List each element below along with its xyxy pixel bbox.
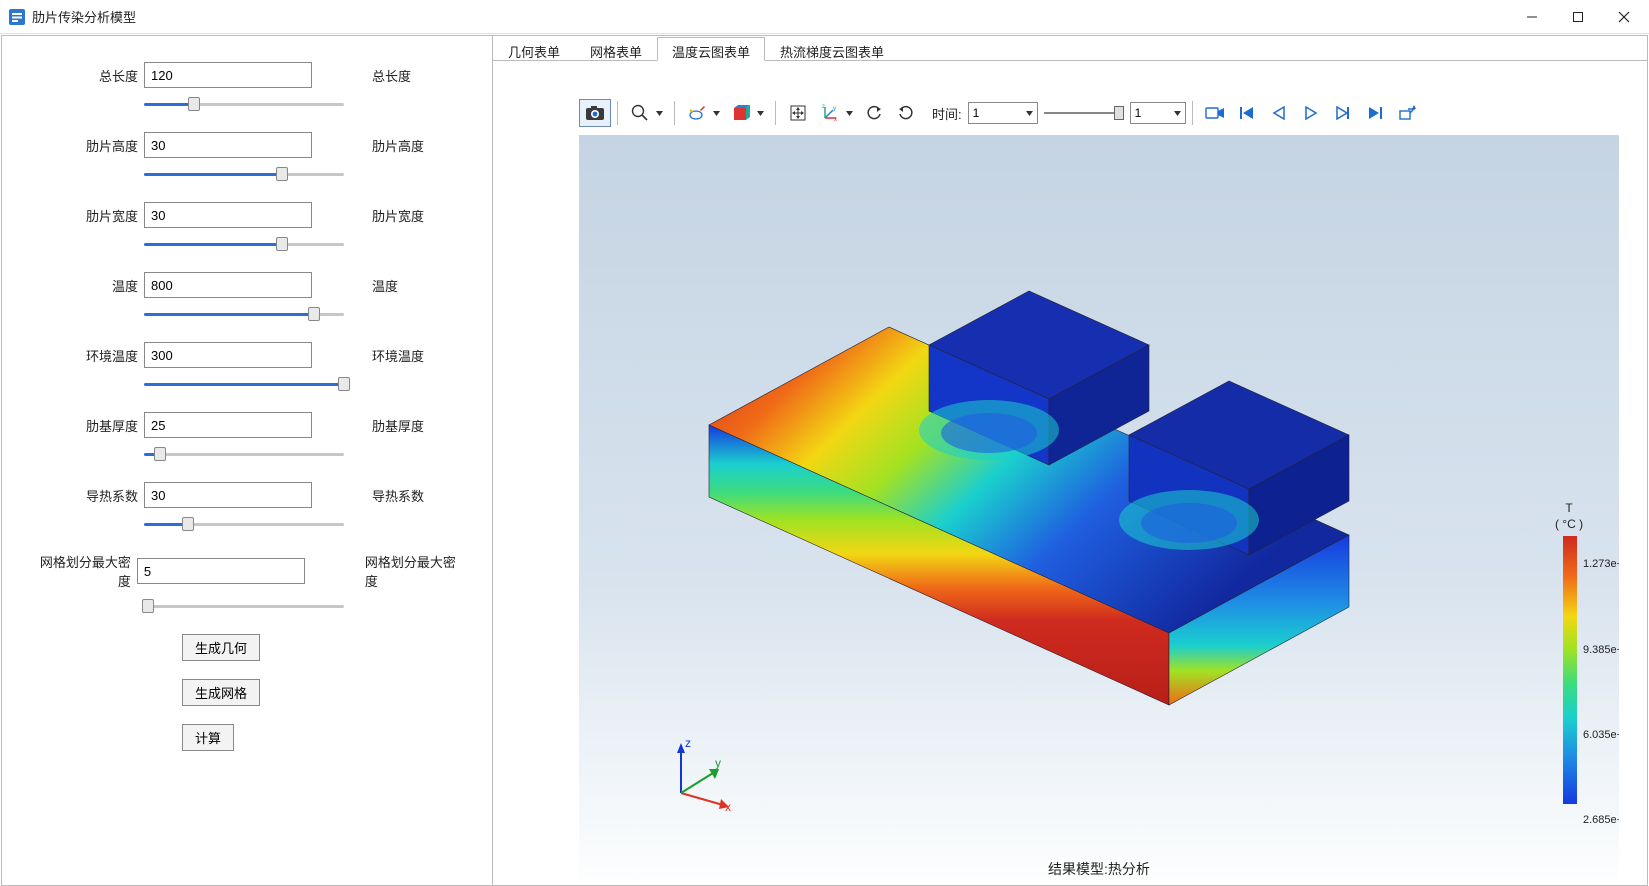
param-desc: 肋片高度 [372, 136, 424, 155]
tab-1[interactable]: 网格表单 [575, 37, 657, 61]
time-start-combo[interactable]: 1 [968, 102, 1038, 124]
param-desc: 总长度 [372, 66, 411, 85]
param-input-5[interactable] [144, 412, 312, 438]
svg-text:z: z [685, 736, 691, 750]
param-slider-6[interactable] [144, 516, 344, 534]
param-desc: 导热系数 [372, 486, 424, 505]
param-label: 导热系数 [32, 486, 144, 505]
param-input-4[interactable] [144, 342, 312, 368]
viewer-toolbar: z xy 时间: 1 1 [579, 99, 1635, 127]
snapshot-icon[interactable] [579, 99, 611, 127]
export-icon[interactable] [1391, 99, 1423, 127]
parameter-panel: 总长度 总长度肋片高度 肋片高度肋片宽度 肋片宽度温度 温度环境温度 环境温度肋基厚度 肋基… [2, 36, 492, 885]
param-label: 网格划分最大密度 [32, 552, 137, 590]
color-legend: T( °C ) 1.273e+029.385e+016.035e+012.685… [1525, 501, 1613, 807]
axis-icon[interactable]: z xy [814, 99, 846, 127]
svg-text:y: y [833, 106, 836, 112]
next-frame-icon[interactable] [1327, 99, 1359, 127]
prev-frame-icon[interactable] [1263, 99, 1295, 127]
zoom-icon[interactable] [624, 99, 656, 127]
last-frame-icon[interactable] [1359, 99, 1391, 127]
param-label: 肋基厚度 [32, 416, 144, 435]
rotate-cw-icon[interactable] [890, 99, 922, 127]
param-input-0[interactable] [144, 62, 312, 88]
param-slider-5[interactable] [144, 446, 344, 464]
legend-tick: 6.035e+01 [1583, 729, 1619, 741]
time-end-combo[interactable]: 1 [1130, 102, 1186, 124]
param-desc: 环境温度 [372, 346, 424, 365]
tab-3[interactable]: 热流梯度云图表单 [765, 37, 899, 61]
legend-tick: 1.273e+02 [1583, 558, 1619, 570]
param-input-2[interactable] [144, 202, 312, 228]
param-input-6[interactable] [144, 482, 312, 508]
generate-geometry-button[interactable]: 生成几何 [182, 634, 260, 661]
param-label: 肋片宽度 [32, 206, 144, 225]
param-label: 环境温度 [32, 346, 144, 365]
title-bar: 肋片传染分析模型 [0, 0, 1649, 34]
param-label: 肋片高度 [32, 136, 144, 155]
brush-icon[interactable] [681, 99, 713, 127]
app-icon [8, 8, 26, 26]
record-icon[interactable] [1199, 99, 1231, 127]
viewport-footer: 结果模型:热分析 [579, 859, 1619, 879]
tab-bar: 几何表单网格表单温度云图表单热流梯度云图表单 [493, 36, 1647, 61]
param-desc: 温度 [372, 276, 398, 295]
maximize-button[interactable] [1555, 1, 1601, 33]
generate-mesh-button[interactable]: 生成网格 [182, 679, 260, 706]
play-icon[interactable] [1295, 99, 1327, 127]
first-frame-icon[interactable] [1231, 99, 1263, 127]
minimize-button[interactable] [1509, 1, 1555, 33]
legend-tick: 9.385e+01 [1583, 644, 1619, 656]
rotate-ccw-icon[interactable] [858, 99, 890, 127]
window-title: 肋片传染分析模型 [32, 7, 136, 26]
svg-text:x: x [725, 800, 731, 813]
svg-text:y: y [715, 756, 721, 770]
time-label: 时间: [932, 104, 962, 123]
svg-text:z: z [822, 104, 825, 110]
3d-viewport[interactable]: z x y T( °C ) 1.273e+029.385e+016.035e+0… [579, 135, 1619, 881]
fin-model-render [629, 215, 1389, 735]
param-input-1[interactable] [144, 132, 312, 158]
param-slider-3[interactable] [144, 306, 344, 324]
param-slider-0[interactable] [144, 96, 344, 114]
calculate-button[interactable]: 计算 [182, 724, 234, 751]
param-slider-2[interactable] [144, 236, 344, 254]
cube-icon[interactable] [725, 99, 757, 127]
close-button[interactable] [1601, 1, 1647, 33]
param-desc: 肋片宽度 [372, 206, 424, 225]
orientation-triad-icon: z x y [663, 735, 741, 813]
param-label: 温度 [32, 276, 144, 295]
param-slider-1[interactable] [144, 166, 344, 184]
param-label: 总长度 [32, 66, 144, 85]
tab-0[interactable]: 几何表单 [493, 37, 575, 61]
param-slider-4[interactable] [144, 376, 344, 394]
param-input-7[interactable] [137, 558, 305, 584]
legend-tick: 2.685e+01 [1583, 814, 1619, 826]
param-slider-7[interactable] [144, 598, 344, 616]
move-icon[interactable] [782, 99, 814, 127]
time-slider[interactable] [1044, 102, 1124, 124]
param-input-3[interactable] [144, 272, 312, 298]
svg-text:x: x [834, 117, 837, 122]
tab-2[interactable]: 温度云图表单 [657, 37, 765, 61]
param-desc: 肋基厚度 [372, 416, 424, 435]
param-desc: 网格划分最大密度 [365, 552, 462, 590]
